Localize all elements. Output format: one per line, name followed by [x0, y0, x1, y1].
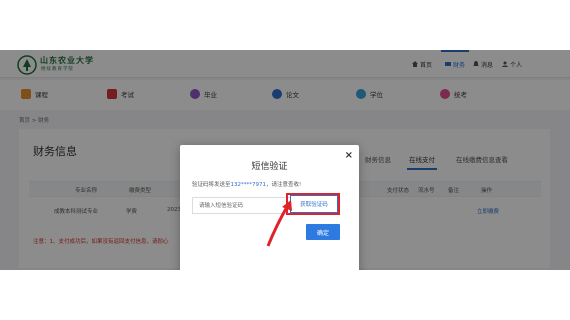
message-prefix: 验证码将发送至 — [192, 182, 231, 188]
dialog-message: 验证码将发送至132****7971，请注意查收! — [192, 180, 301, 188]
sms-code-input[interactable] — [192, 197, 296, 214]
app-frame: 山东农业大学 继续教育学院 首页 财务 消息 个人 课程 考试 毕业 论文 学位… — [0, 50, 570, 270]
sms-verification-dialog: × 短信验证 验证码将发送至132****7971，请注意查收! 获取验证码 确… — [180, 145, 359, 270]
phone-number: 132****7971 — [230, 182, 267, 188]
confirm-button[interactable]: 确定 — [306, 224, 340, 240]
dialog-title: 短信验证 — [251, 162, 288, 172]
message-suffix: ，请注意查收! — [266, 182, 302, 188]
annotation-highlight-box — [286, 193, 340, 215]
